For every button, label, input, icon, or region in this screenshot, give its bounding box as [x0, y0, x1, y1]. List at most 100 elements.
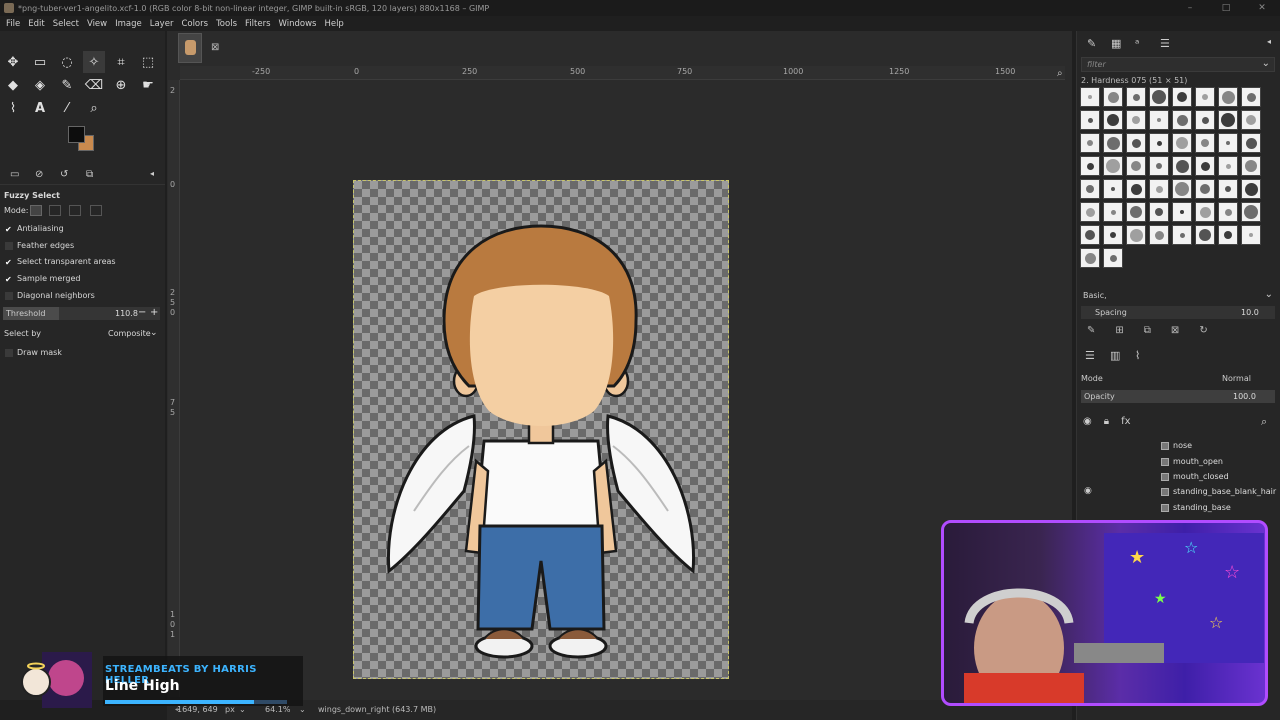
brush-thumbnail[interactable]: [1218, 225, 1238, 245]
brush-thumbnail[interactable]: [1126, 156, 1146, 176]
threshold-increment-icon[interactable]: +: [150, 307, 158, 318]
menu-view[interactable]: View: [87, 19, 107, 29]
brush-thumbnail[interactable]: [1241, 156, 1261, 176]
menu-filters[interactable]: Filters: [245, 19, 270, 29]
mode-replace-button[interactable]: [30, 205, 42, 216]
brush-thumbnail[interactable]: [1149, 225, 1169, 245]
brush-thumbnail[interactable]: [1241, 179, 1261, 199]
tab-brushes-icon[interactable]: ✎: [1087, 37, 1096, 50]
layer-row[interactable]: nose: [1161, 441, 1192, 450]
lasso-tool-icon[interactable]: ◌: [56, 51, 78, 73]
paths-tool-icon[interactable]: ⌇: [2, 97, 24, 119]
smudge-tool-icon[interactable]: ☛: [137, 74, 159, 96]
brush-thumbnail[interactable]: [1149, 156, 1169, 176]
diagonal-neighbors-checkbox[interactable]: [5, 292, 13, 300]
menu-image[interactable]: Image: [115, 19, 142, 29]
transform-tool-icon[interactable]: ⬚: [137, 51, 159, 73]
maximize-button[interactable]: □: [1208, 0, 1244, 16]
color-picker-tool-icon[interactable]: ⁄: [56, 97, 78, 119]
tab-channels-icon[interactable]: ▥: [1110, 349, 1120, 362]
brush-thumbnail[interactable]: [1149, 110, 1169, 130]
brush-thumbnail[interactable]: [1103, 179, 1123, 199]
brush-thumbnail[interactable]: [1126, 133, 1146, 153]
search-icon[interactable]: ⌕: [1261, 415, 1267, 429]
tab-paths-icon[interactable]: ⌇: [1135, 349, 1140, 362]
brush-thumbnail[interactable]: [1126, 110, 1146, 130]
close-button[interactable]: ✕: [1244, 0, 1280, 16]
brush-thumbnail[interactable]: [1172, 202, 1192, 222]
brush-thumbnail[interactable]: [1172, 225, 1192, 245]
brush-thumbnail[interactable]: [1241, 110, 1261, 130]
zoom-tool-icon[interactable]: ⌕: [83, 97, 105, 119]
brush-thumbnail[interactable]: [1149, 87, 1169, 107]
opacity-slider[interactable]: Opacity 100.0: [1081, 390, 1275, 403]
layer-row[interactable]: mouth_open: [1161, 457, 1223, 466]
brush-thumbnail[interactable]: [1103, 110, 1123, 130]
brush-thumbnail[interactable]: [1195, 110, 1215, 130]
tab-undo-history-icon[interactable]: ↺: [60, 169, 68, 180]
brush-thumbnail[interactable]: [1103, 156, 1123, 176]
brush-thumbnail[interactable]: [1195, 202, 1215, 222]
brush-thumbnail[interactable]: [1149, 179, 1169, 199]
brush-thumbnail[interactable]: [1103, 133, 1123, 153]
tab-fonts-icon[interactable]: ᵃ: [1135, 37, 1139, 50]
chevron-down-icon[interactable]: ⌄: [1262, 58, 1270, 69]
brush-thumbnail[interactable]: [1218, 179, 1238, 199]
brush-thumbnail[interactable]: [1241, 225, 1261, 245]
menu-colors[interactable]: Colors: [181, 19, 208, 29]
delete-brush-icon[interactable]: ⊠: [1171, 325, 1179, 336]
menu-tools[interactable]: Tools: [216, 19, 237, 29]
feather-edges-checkbox[interactable]: [5, 242, 13, 250]
paintbrush-tool-icon[interactable]: ✎: [56, 74, 78, 96]
image-tab-thumbnail[interactable]: [178, 33, 202, 63]
menu-file[interactable]: File: [6, 19, 20, 29]
chevron-down-icon[interactable]: ⌄: [1265, 289, 1273, 300]
brush-thumbnail[interactable]: [1080, 133, 1100, 153]
antialiasing-checkbox[interactable]: ✔: [5, 225, 14, 234]
brush-thumbnail[interactable]: [1218, 87, 1238, 107]
brush-thumbnail[interactable]: [1080, 179, 1100, 199]
brush-thumbnail[interactable]: [1080, 225, 1100, 245]
tab-layers-icon[interactable]: ☰: [1085, 349, 1095, 362]
brush-thumbnail[interactable]: [1195, 225, 1215, 245]
mode-intersect-button[interactable]: [90, 205, 102, 216]
select-by-dropdown[interactable]: Composite: [108, 329, 151, 338]
brush-thumbnail[interactable]: [1080, 87, 1100, 107]
threshold-slider[interactable]: Threshold 110.8 − +: [3, 307, 160, 320]
brush-preset-select[interactable]: Basic, ⌄: [1081, 289, 1275, 303]
bucket-fill-tool-icon[interactable]: ◆: [2, 74, 24, 96]
tab-images-icon[interactable]: ⧉: [86, 169, 93, 180]
brush-thumbnail[interactable]: [1080, 156, 1100, 176]
vertical-ruler[interactable]: 2 0 2 5 0 7 5 1 0 1: [168, 80, 180, 697]
sample-merged-checkbox[interactable]: ✔: [5, 275, 14, 284]
brush-thumbnail[interactable]: [1080, 110, 1100, 130]
crop-tool-icon[interactable]: ⌗: [110, 51, 132, 73]
brush-thumbnail[interactable]: [1103, 225, 1123, 245]
edit-brush-icon[interactable]: ✎: [1087, 325, 1095, 336]
threshold-decrement-icon[interactable]: −: [138, 307, 146, 318]
chevron-down-icon[interactable]: ⌄: [150, 328, 158, 338]
fg-bg-colors[interactable]: [68, 126, 98, 156]
eraser-tool-icon[interactable]: ⌫: [83, 74, 105, 96]
brush-thumbnail[interactable]: [1080, 202, 1100, 222]
brush-thumbnail[interactable]: [1126, 87, 1146, 107]
select-transparent-checkbox[interactable]: ✔: [5, 258, 14, 267]
clone-tool-icon[interactable]: ⊕: [110, 74, 132, 96]
tab-document-history-icon[interactable]: ☰: [1160, 37, 1170, 50]
minimize-button[interactable]: –: [1172, 0, 1208, 16]
brush-thumbnail[interactable]: [1103, 87, 1123, 107]
horizontal-ruler[interactable]: -250 0 250 500 750 1000 1250 1500: [180, 66, 1065, 80]
brush-thumbnail[interactable]: [1080, 248, 1100, 268]
brush-thumbnail[interactable]: [1241, 87, 1261, 107]
refresh-brushes-icon[interactable]: ↻: [1199, 325, 1207, 336]
brush-thumbnail[interactable]: [1126, 202, 1146, 222]
brush-filter-input[interactable]: filter ⌄: [1081, 57, 1275, 72]
lock-icon[interactable]: 🔒︎: [1104, 416, 1109, 427]
layer-row[interactable]: mouth_closed: [1161, 472, 1229, 481]
close-image-tab-icon[interactable]: ⊠: [211, 42, 219, 53]
new-brush-icon[interactable]: ⊞: [1115, 325, 1123, 336]
fx-icon[interactable]: fx: [1121, 416, 1130, 427]
brush-thumbnail[interactable]: [1241, 202, 1261, 222]
foreground-color-swatch[interactable]: [68, 126, 85, 143]
menu-edit[interactable]: Edit: [28, 19, 44, 29]
